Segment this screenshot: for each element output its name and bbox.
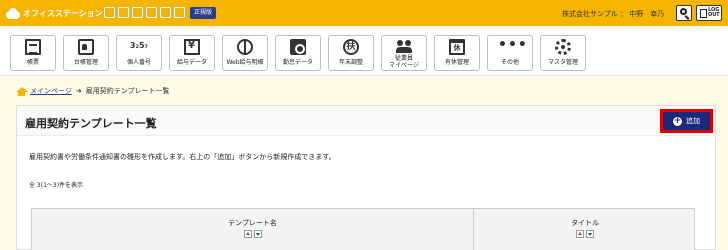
more-dots-icon: ••• [498, 37, 528, 53]
employee-mypage-icon [396, 39, 412, 53]
column-header-template-name: テンプレート名 [32, 209, 474, 250]
user-info: 株式会社サンプル ： 中野 幸乃 [562, 10, 665, 18]
sort-desc-icon[interactable] [253, 230, 262, 238]
breadcrumb-arrow-icon: ➔ [75, 87, 82, 95]
paid-leave-calendar-icon: 休 [449, 39, 465, 55]
page-title: 雇用契約テンプレート一覧 [25, 117, 157, 130]
nav-item-master[interactable]: マスタ管理 [540, 35, 586, 71]
ledger-card-icon [78, 39, 94, 55]
nav-label: 従業員 マイページ [382, 55, 426, 69]
app-name: オフィスステーション [23, 8, 103, 18]
add-button-highlight: + 追加 [660, 109, 713, 133]
search-icon [680, 8, 687, 15]
nav-label-line1: 従業員 [394, 55, 413, 62]
sort-controls [576, 230, 594, 238]
quick-payroll-icon[interactable] [146, 7, 157, 18]
year-end-adjustment-icon: 扶 [343, 39, 359, 55]
nav-label: その他 [500, 59, 519, 66]
sort-asc-icon[interactable] [576, 230, 584, 238]
app-logo[interactable]: オフィスステーション [6, 6, 103, 20]
column-header-title: タイトル [474, 209, 696, 250]
column-label: テンプレート名 [228, 219, 277, 227]
breadcrumb: メインページ ➔ 雇用契約テンプレート一覧 [16, 85, 170, 97]
main-nav: 帳票 台帳管理 3₂5₇ 個人番号 給与データ Web給与明細 勤怠データ 扶 … [0, 26, 728, 76]
quick-web-icon[interactable] [160, 7, 171, 18]
document-icon [25, 39, 41, 55]
page-description: 雇用契約書や労働条件通知書の雛形を作成します。右上の「追加」ボタンから新規作成で… [29, 153, 336, 161]
breadcrumb-current: 雇用契約テンプレート一覧 [85, 87, 170, 95]
attendance-clock-icon [290, 39, 306, 55]
nav-item-ledger[interactable]: 台帳管理 [63, 35, 109, 71]
top-bar: オフィスステーション 正規版 株式会社サンプル ： 中野 幸乃 LOG OUT [0, 0, 728, 26]
web-payslip-icon [237, 39, 253, 55]
nav-item-attendance[interactable]: 勤怠データ [275, 35, 321, 71]
payroll-data-icon [184, 39, 200, 55]
search-button[interactable] [676, 5, 692, 21]
nav-item-forms[interactable]: 帳票 [10, 35, 56, 71]
nav-label: 有休管理 [444, 59, 469, 66]
nav-label: 台帳管理 [73, 59, 98, 66]
quick-icons [104, 7, 185, 18]
nav-item-other[interactable]: ••• その他 [487, 35, 533, 71]
logout-label: LOG OUT [708, 7, 720, 18]
add-button[interactable]: + 追加 [663, 112, 710, 130]
column-label: タイトル [571, 219, 599, 227]
personal-number-icon: 3₂5₇ [129, 41, 149, 50]
sort-desc-icon[interactable] [586, 230, 594, 238]
nav-item-payroll-data[interactable]: 給与データ [169, 35, 215, 71]
nav-label-line2: マイページ [389, 62, 419, 69]
nav-label: Web給与明細 [226, 59, 264, 66]
result-count: 全 3(1〜3)件を表示 [29, 182, 84, 189]
nav-label: 給与データ [176, 59, 207, 66]
quick-edit-icon[interactable] [174, 7, 185, 18]
quick-card-icon[interactable] [118, 7, 129, 18]
nav-label: 勤怠データ [282, 59, 313, 66]
quick-number-icon[interactable] [132, 7, 143, 18]
template-table: テンプレート名 タイトル [31, 208, 695, 250]
logout-button[interactable]: LOG OUT [696, 5, 722, 21]
quick-doc-icon[interactable] [104, 7, 115, 18]
nav-label: 個人番号 [126, 59, 151, 66]
plus-circle-icon: + [673, 115, 682, 126]
nav-item-employee-mypage[interactable]: 従業員 マイページ [381, 35, 427, 71]
cloud-logo-icon [6, 7, 20, 19]
nav-label: 年末調整 [338, 59, 363, 66]
sort-controls [243, 230, 262, 238]
add-button-label: 追加 [686, 117, 700, 125]
panel-header: 雇用契約テンプレート一覧 + 追加 [17, 106, 715, 136]
sort-asc-icon[interactable] [243, 230, 252, 238]
breadcrumb-home-link[interactable]: メインページ [30, 86, 72, 96]
logout-icon [700, 9, 707, 18]
template-list-panel: 雇用契約テンプレート一覧 + 追加 雇用契約書や労働条件通知書の雛形を作成します… [16, 105, 716, 250]
master-settings-gear-icon [555, 39, 571, 55]
home-icon [16, 86, 28, 96]
edition-badge: 正規版 [190, 7, 217, 19]
nav-item-paid-leave[interactable]: 休 有休管理 [434, 35, 480, 71]
nav-item-web-payslip[interactable]: Web給与明細 [222, 35, 268, 71]
nav-label: マスタ管理 [547, 59, 578, 66]
nav-item-personal-number[interactable]: 3₂5₇ 個人番号 [116, 35, 162, 71]
nav-item-year-end[interactable]: 扶 年末調整 [328, 35, 374, 71]
nav-label: 帳票 [26, 59, 39, 66]
